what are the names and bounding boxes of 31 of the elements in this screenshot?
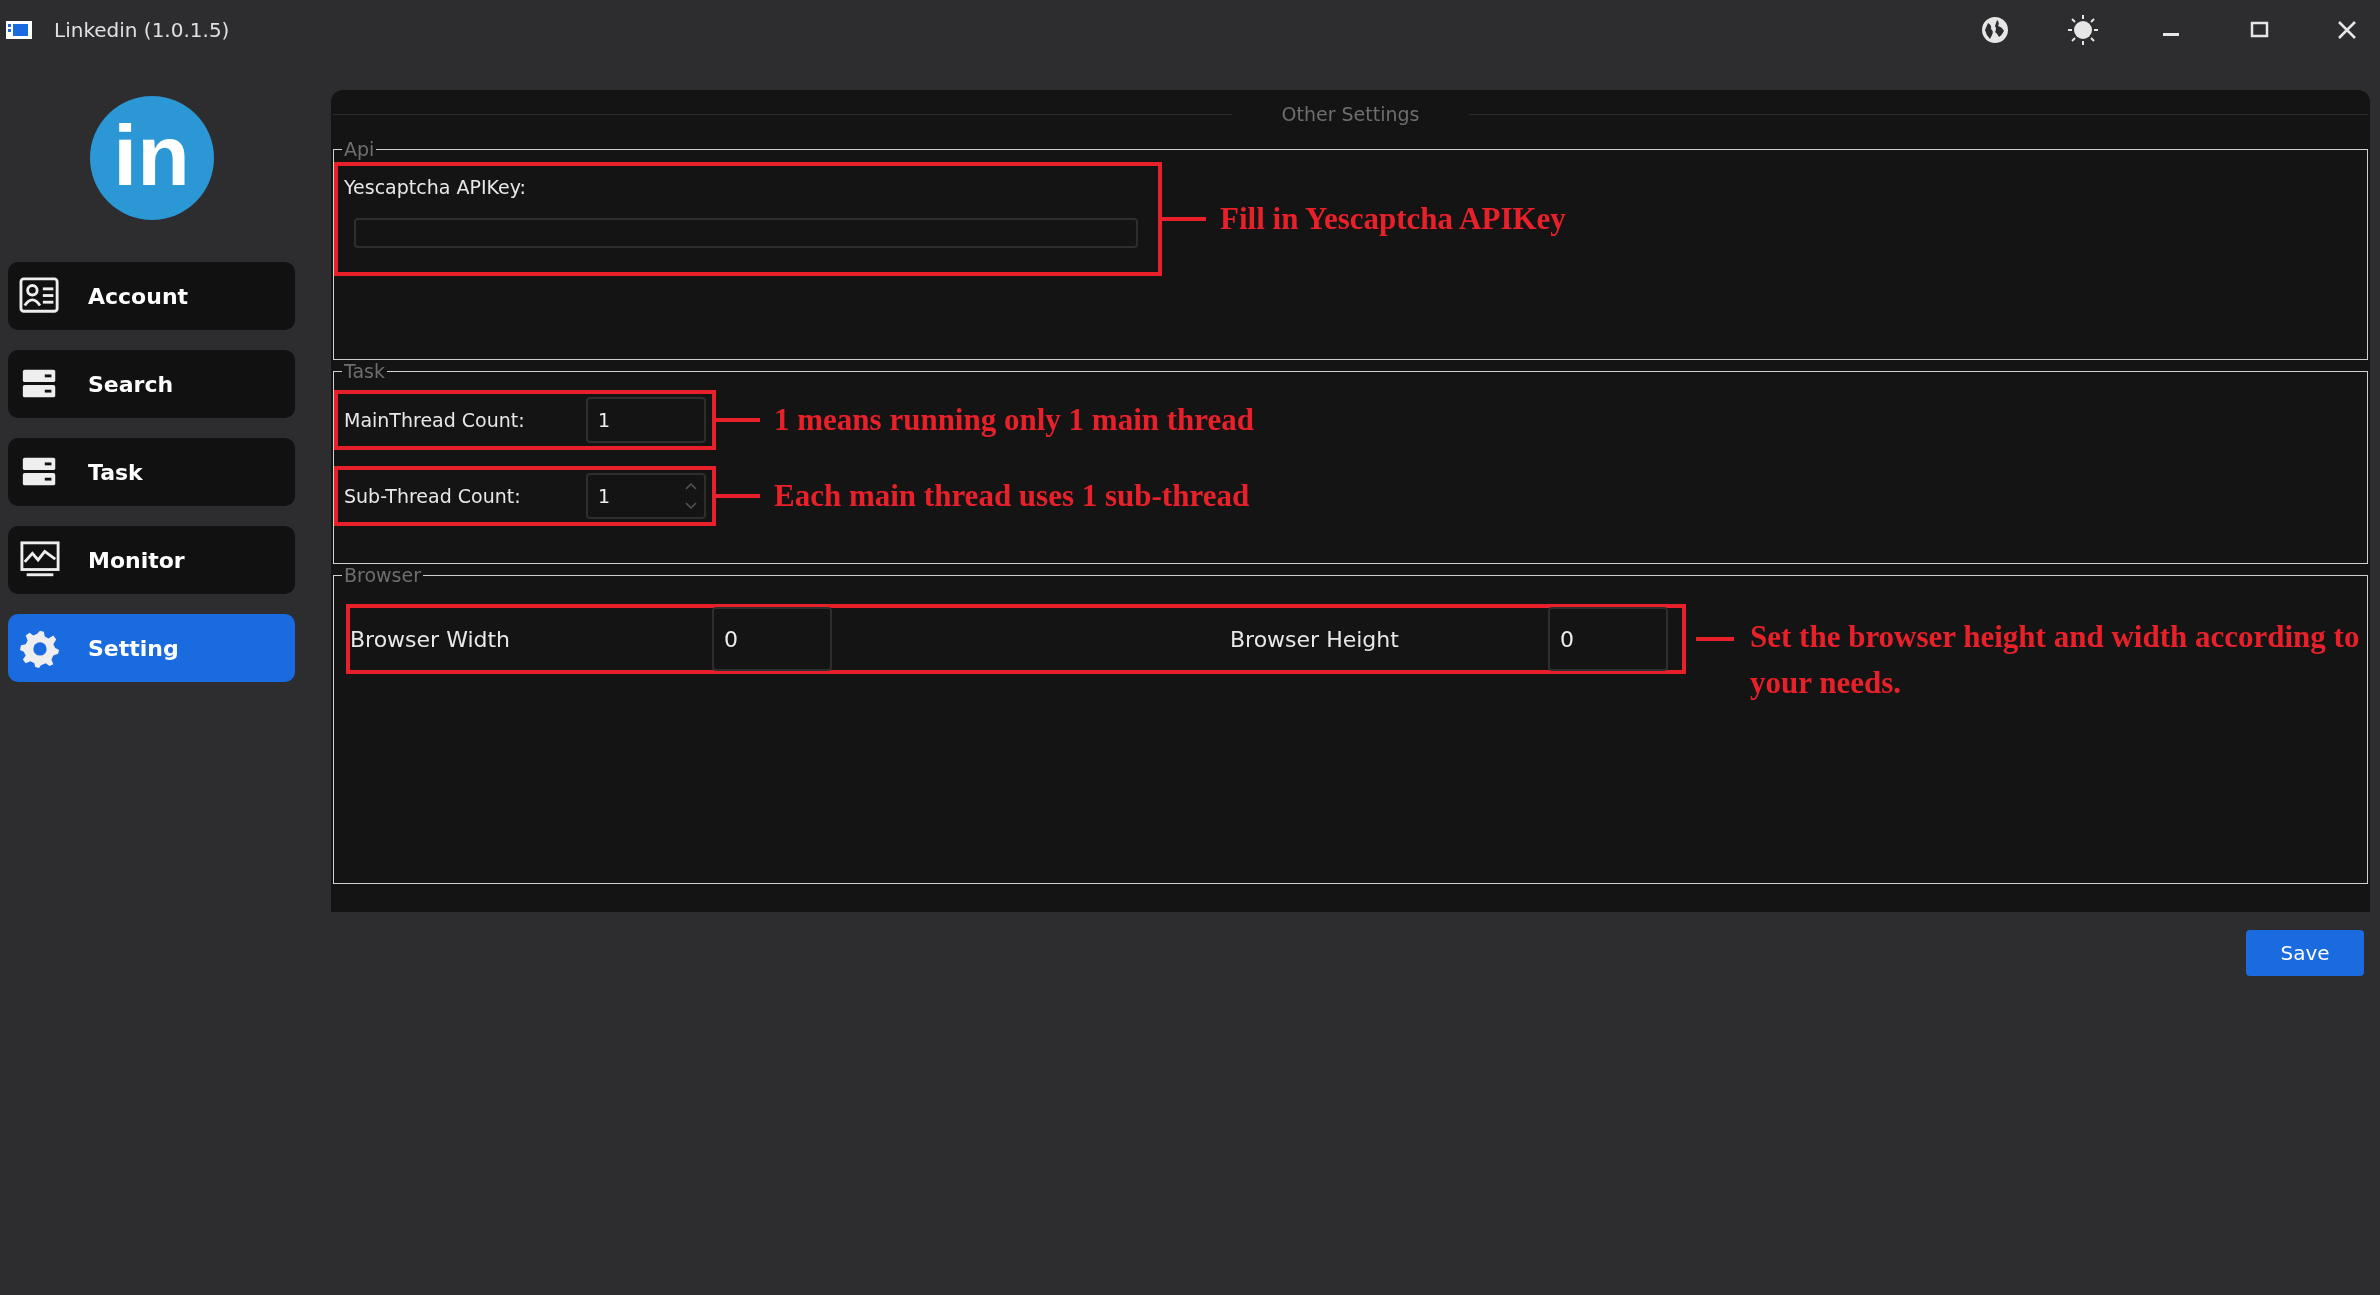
group-title: Browser (343, 564, 422, 586)
section-title: Other Settings (1281, 103, 1420, 125)
group-title: Api (343, 138, 376, 160)
input-field[interactable]: 0 (1548, 607, 1668, 671)
field-label: Browser Height (1230, 626, 1400, 652)
field-label: Yescaptcha APIKey: (344, 176, 527, 198)
group-title: Task (343, 360, 386, 382)
input-field[interactable]: 1 (586, 473, 706, 519)
app-icon (6, 20, 32, 40)
sidebar-item[interactable]: Task (8, 438, 295, 506)
annotation-text: 1 means running only 1 main thread (774, 401, 1254, 439)
sidebar-item[interactable]: Monitor (8, 526, 295, 594)
sidebar-item[interactable]: Search (8, 350, 295, 418)
annotation-text: Each main thread uses 1 sub-thread (774, 477, 1250, 515)
window-title: Linkedin (1.0.1.5) (54, 18, 230, 42)
annotation-text: Fill in Yescaptcha APIKey (1220, 200, 1566, 238)
id-card-icon (18, 276, 62, 316)
sidebar-item[interactable]: Setting (8, 614, 295, 682)
gear-icon (18, 628, 62, 668)
globe-icon[interactable] (1980, 15, 2010, 45)
field-label: Browser Width (350, 626, 512, 652)
field-label: Sub-Thread Count: (344, 485, 521, 507)
annotation-text: Set the browser height and width according to your needs. (1750, 618, 2360, 702)
input-field[interactable]: 1 (586, 397, 706, 443)
brightness-icon[interactable] (2068, 15, 2098, 45)
input-field[interactable]: 0 (712, 607, 832, 671)
logo: in (89, 96, 214, 220)
sidebar-item[interactable]: Account (8, 262, 295, 330)
field-label: MainThread Count: (344, 409, 525, 431)
input-field[interactable] (354, 218, 1138, 248)
save-button[interactable]: Save (2246, 930, 2364, 976)
